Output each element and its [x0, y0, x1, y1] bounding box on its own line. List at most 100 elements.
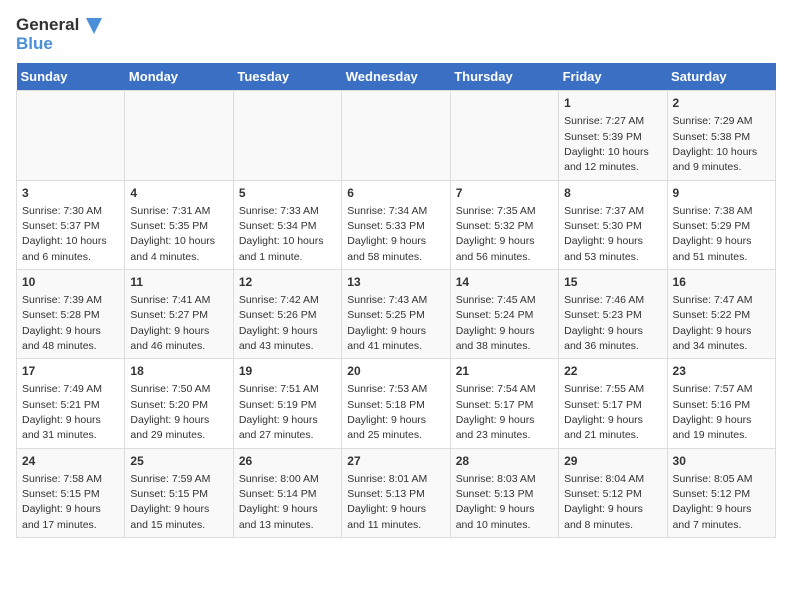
day-number: 21	[456, 363, 553, 380]
day-number: 4	[130, 185, 227, 202]
week-row-3: 10 Sunrise: 7:39 AMSunset: 5:28 PMDayligh…	[17, 270, 776, 359]
day-cell	[342, 91, 450, 180]
day-info: Sunrise: 7:58 AMSunset: 5:15 PMDaylight:…	[22, 473, 102, 531]
day-cell: 10 Sunrise: 7:39 AMSunset: 5:28 PMDayligh…	[17, 270, 125, 359]
day-cell: 13 Sunrise: 7:43 AMSunset: 5:25 PMDayligh…	[342, 270, 450, 359]
day-cell: 18 Sunrise: 7:50 AMSunset: 5:20 PMDayligh…	[125, 359, 233, 448]
header-cell-thursday: Thursday	[450, 63, 558, 91]
day-cell	[450, 91, 558, 180]
day-cell: 1 Sunrise: 7:27 AMSunset: 5:39 PMDaylight…	[559, 91, 667, 180]
day-number: 14	[456, 274, 553, 291]
day-info: Sunrise: 7:39 AMSunset: 5:28 PMDaylight:…	[22, 294, 102, 352]
day-number: 17	[22, 363, 119, 380]
day-cell: 15 Sunrise: 7:46 AMSunset: 5:23 PMDayligh…	[559, 270, 667, 359]
day-info: Sunrise: 7:50 AMSunset: 5:20 PMDaylight:…	[130, 383, 210, 441]
day-number: 5	[239, 185, 336, 202]
day-number: 23	[673, 363, 770, 380]
day-number: 19	[239, 363, 336, 380]
day-cell: 17 Sunrise: 7:49 AMSunset: 5:21 PMDayligh…	[17, 359, 125, 448]
page-header: General Blue	[16, 16, 776, 53]
calendar-table: SundayMondayTuesdayWednesdayThursdayFrid…	[16, 63, 776, 538]
day-info: Sunrise: 7:27 AMSunset: 5:39 PMDaylight:…	[564, 115, 649, 173]
day-number: 22	[564, 363, 661, 380]
day-cell: 9Sunrise: 7:38 AMSunset: 5:29 PMDaylight…	[667, 180, 775, 269]
day-cell: 2Sunrise: 7:29 AMSunset: 5:38 PMDaylight…	[667, 91, 775, 180]
day-info: Sunrise: 8:03 AMSunset: 5:13 PMDaylight:…	[456, 473, 536, 531]
day-info: Sunrise: 7:33 AMSunset: 5:34 PMDaylight:…	[239, 205, 324, 263]
day-number: 24	[22, 453, 119, 470]
day-info: Sunrise: 8:01 AMSunset: 5:13 PMDaylight:…	[347, 473, 427, 531]
day-cell: 5 Sunrise: 7:33 AMSunset: 5:34 PMDaylight…	[233, 180, 341, 269]
week-row-1: 1 Sunrise: 7:27 AMSunset: 5:39 PMDaylight…	[17, 91, 776, 180]
day-info: Sunrise: 7:54 AMSunset: 5:17 PMDaylight:…	[456, 383, 536, 441]
day-info: Sunrise: 8:00 AMSunset: 5:14 PMDaylight:…	[239, 473, 319, 531]
day-cell: 11 Sunrise: 7:41 AMSunset: 5:27 PMDayligh…	[125, 270, 233, 359]
day-info: Sunrise: 7:37 AMSunset: 5:30 PMDaylight:…	[564, 205, 644, 263]
day-info: Sunrise: 7:59 AMSunset: 5:15 PMDaylight:…	[130, 473, 210, 531]
day-cell: 12Sunrise: 7:42 AMSunset: 5:26 PMDayligh…	[233, 270, 341, 359]
day-info: Sunrise: 7:42 AMSunset: 5:26 PMDaylight:…	[239, 294, 319, 352]
day-info: Sunrise: 7:34 AMSunset: 5:33 PMDaylight:…	[347, 205, 427, 263]
calendar-body: 1 Sunrise: 7:27 AMSunset: 5:39 PMDaylight…	[17, 91, 776, 538]
day-cell: 16 Sunrise: 7:47 AMSunset: 5:22 PMDayligh…	[667, 270, 775, 359]
day-number: 10	[22, 274, 119, 291]
calendar-header: SundayMondayTuesdayWednesdayThursdayFrid…	[17, 63, 776, 91]
day-info: Sunrise: 7:55 AMSunset: 5:17 PMDaylight:…	[564, 383, 644, 441]
day-cell: 6 Sunrise: 7:34 AMSunset: 5:33 PMDaylight…	[342, 180, 450, 269]
day-number: 20	[347, 363, 444, 380]
day-cell	[17, 91, 125, 180]
day-info: Sunrise: 7:45 AMSunset: 5:24 PMDaylight:…	[456, 294, 536, 352]
day-cell: 29 Sunrise: 8:04 AMSunset: 5:12 PMDayligh…	[559, 448, 667, 537]
day-number: 6	[347, 185, 444, 202]
day-info: Sunrise: 7:46 AMSunset: 5:23 PMDaylight:…	[564, 294, 644, 352]
day-cell: 28 Sunrise: 8:03 AMSunset: 5:13 PMDayligh…	[450, 448, 558, 537]
day-info: Sunrise: 7:47 AMSunset: 5:22 PMDaylight:…	[673, 294, 753, 352]
day-info: Sunrise: 7:35 AMSunset: 5:32 PMDaylight:…	[456, 205, 536, 263]
week-row-4: 17 Sunrise: 7:49 AMSunset: 5:21 PMDayligh…	[17, 359, 776, 448]
day-number: 29	[564, 453, 661, 470]
day-info: Sunrise: 7:49 AMSunset: 5:21 PMDaylight:…	[22, 383, 102, 441]
day-info: Sunrise: 7:43 AMSunset: 5:25 PMDaylight:…	[347, 294, 427, 352]
day-cell	[125, 91, 233, 180]
day-number: 30	[673, 453, 770, 470]
week-row-2: 3 Sunrise: 7:30 AMSunset: 5:37 PMDaylight…	[17, 180, 776, 269]
day-info: Sunrise: 7:57 AMSunset: 5:16 PMDaylight:…	[673, 383, 753, 441]
day-number: 16	[673, 274, 770, 291]
header-cell-friday: Friday	[559, 63, 667, 91]
day-number: 7	[456, 185, 553, 202]
day-cell: 24 Sunrise: 7:58 AMSunset: 5:15 PMDayligh…	[17, 448, 125, 537]
day-cell: 4Sunrise: 7:31 AMSunset: 5:35 PMDaylight…	[125, 180, 233, 269]
day-number: 8	[564, 185, 661, 202]
header-cell-wednesday: Wednesday	[342, 63, 450, 91]
day-number: 15	[564, 274, 661, 291]
day-info: Sunrise: 7:51 AMSunset: 5:19 PMDaylight:…	[239, 383, 319, 441]
day-info: Sunrise: 7:41 AMSunset: 5:27 PMDaylight:…	[130, 294, 210, 352]
day-cell: 26 Sunrise: 8:00 AMSunset: 5:14 PMDayligh…	[233, 448, 341, 537]
day-cell: 3 Sunrise: 7:30 AMSunset: 5:37 PMDaylight…	[17, 180, 125, 269]
day-cell: 25 Sunrise: 7:59 AMSunset: 5:15 PMDayligh…	[125, 448, 233, 537]
day-number: 13	[347, 274, 444, 291]
day-info: Sunrise: 7:30 AMSunset: 5:37 PMDaylight:…	[22, 205, 107, 263]
day-number: 11	[130, 274, 227, 291]
day-info: Sunrise: 7:38 AMSunset: 5:29 PMDaylight:…	[673, 205, 753, 263]
day-number: 27	[347, 453, 444, 470]
day-number: 26	[239, 453, 336, 470]
day-info: Sunrise: 8:04 AMSunset: 5:12 PMDaylight:…	[564, 473, 644, 531]
day-cell: 8 Sunrise: 7:37 AMSunset: 5:30 PMDaylight…	[559, 180, 667, 269]
day-cell: 14 Sunrise: 7:45 AMSunset: 5:24 PMDayligh…	[450, 270, 558, 359]
header-cell-tuesday: Tuesday	[233, 63, 341, 91]
day-number: 25	[130, 453, 227, 470]
week-row-5: 24 Sunrise: 7:58 AMSunset: 5:15 PMDayligh…	[17, 448, 776, 537]
day-cell: 30 Sunrise: 8:05 AMSunset: 5:12 PMDayligh…	[667, 448, 775, 537]
day-number: 18	[130, 363, 227, 380]
header-cell-monday: Monday	[125, 63, 233, 91]
header-row: SundayMondayTuesdayWednesdayThursdayFrid…	[17, 63, 776, 91]
logo-triangle-icon	[86, 18, 102, 34]
day-number: 28	[456, 453, 553, 470]
day-cell: 27 Sunrise: 8:01 AMSunset: 5:13 PMDayligh…	[342, 448, 450, 537]
day-info: Sunrise: 8:05 AMSunset: 5:12 PMDaylight:…	[673, 473, 753, 531]
day-number: 3	[22, 185, 119, 202]
day-number: 1	[564, 95, 661, 112]
day-cell: 21 Sunrise: 7:54 AMSunset: 5:17 PMDayligh…	[450, 359, 558, 448]
day-info: Sunrise: 7:29 AMSunset: 5:38 PMDaylight:…	[673, 115, 758, 173]
